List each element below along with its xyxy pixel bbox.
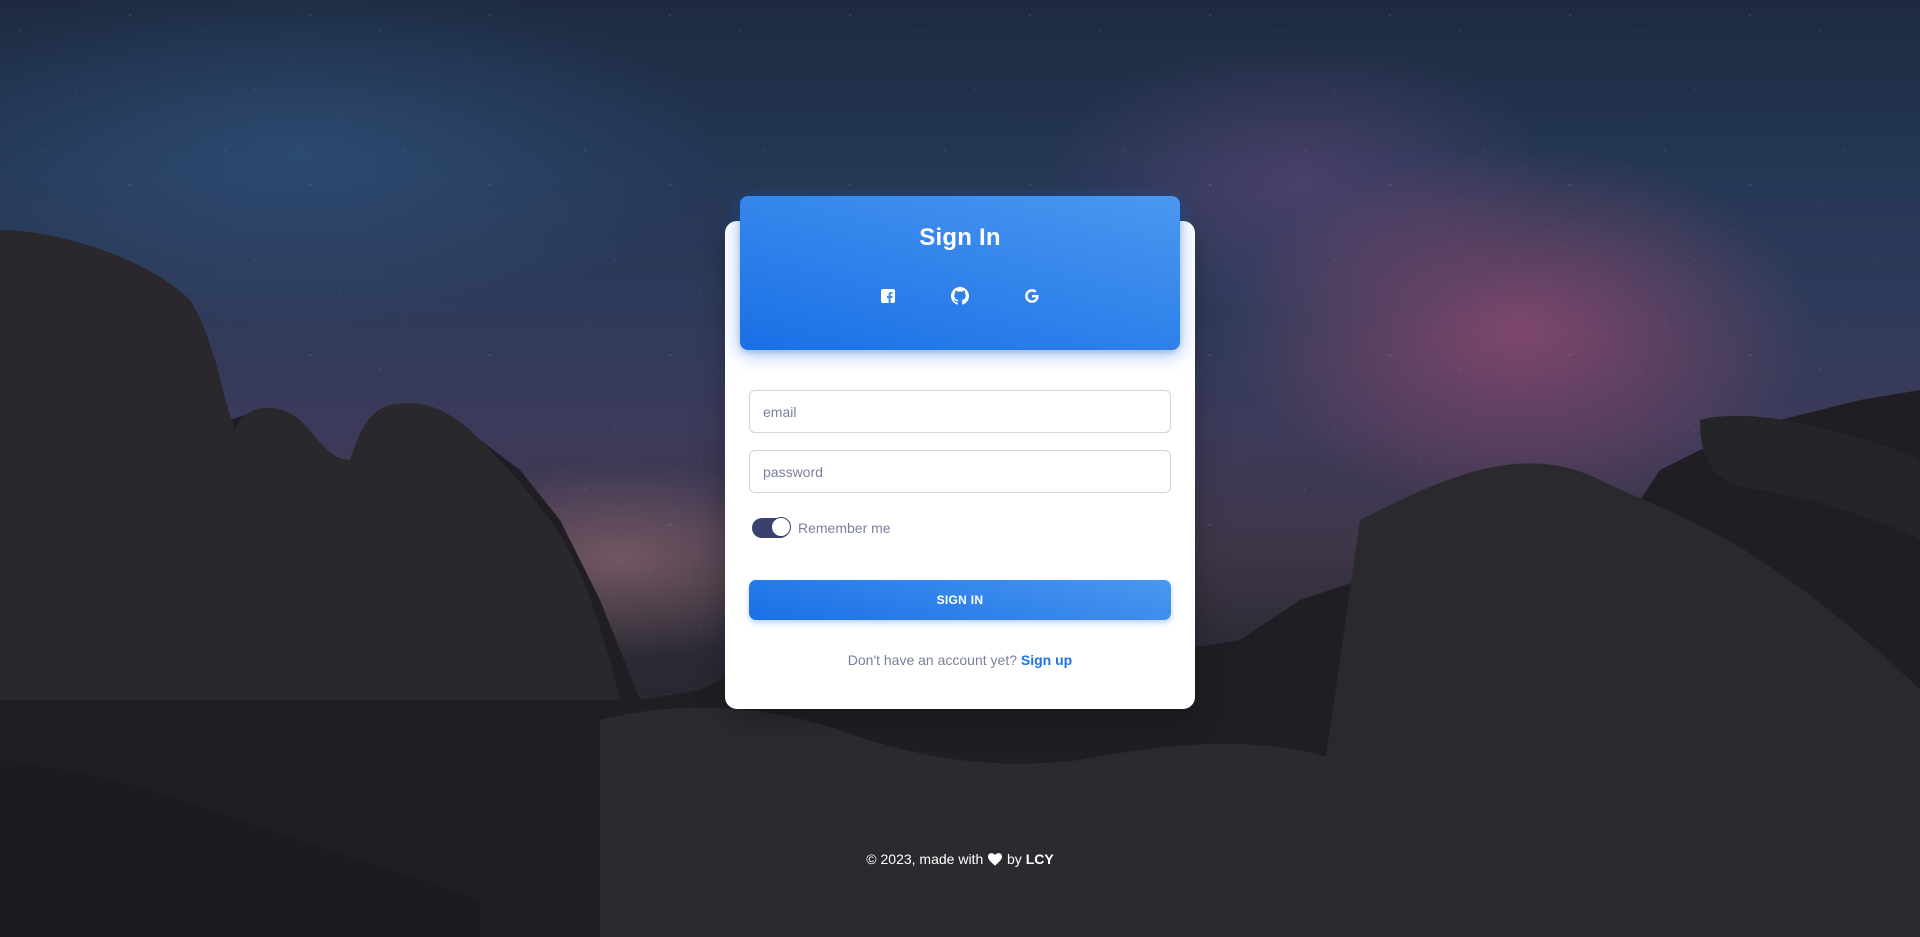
footer-copyright: © 2023, made with: [866, 851, 984, 867]
signin-card-header: Sign In: [740, 196, 1180, 350]
social-login-group: [740, 282, 1180, 310]
sign-in-button[interactable]: SIGN IN: [749, 580, 1171, 620]
google-icon: [1025, 289, 1039, 303]
footer-author-link[interactable]: LCY: [1026, 851, 1054, 867]
github-login-button[interactable]: [946, 282, 974, 310]
email-field[interactable]: [749, 390, 1171, 433]
signup-prompt-text: Don't have an account yet?: [847, 652, 1017, 668]
password-field[interactable]: [749, 450, 1171, 493]
google-login-button[interactable]: [1018, 282, 1046, 310]
toggle-knob: [771, 517, 791, 537]
login-page: Sign In Rememb: [0, 0, 1920, 937]
remember-me-row: Remember me: [752, 517, 891, 538]
footer: © 2023, made with by LCY: [0, 851, 1920, 867]
remember-me-label[interactable]: Remember me: [798, 520, 891, 536]
page-title: Sign In: [919, 224, 1001, 251]
facebook-icon: [881, 289, 895, 303]
footer-by: by: [1007, 851, 1022, 867]
remember-me-toggle[interactable]: [752, 517, 791, 538]
sign-up-link[interactable]: Sign up: [1021, 652, 1072, 668]
facebook-login-button[interactable]: [874, 282, 902, 310]
signup-prompt-row: Don't have an account yet? Sign up: [725, 652, 1195, 668]
github-icon: [951, 287, 969, 305]
heart-icon: [988, 853, 1003, 866]
